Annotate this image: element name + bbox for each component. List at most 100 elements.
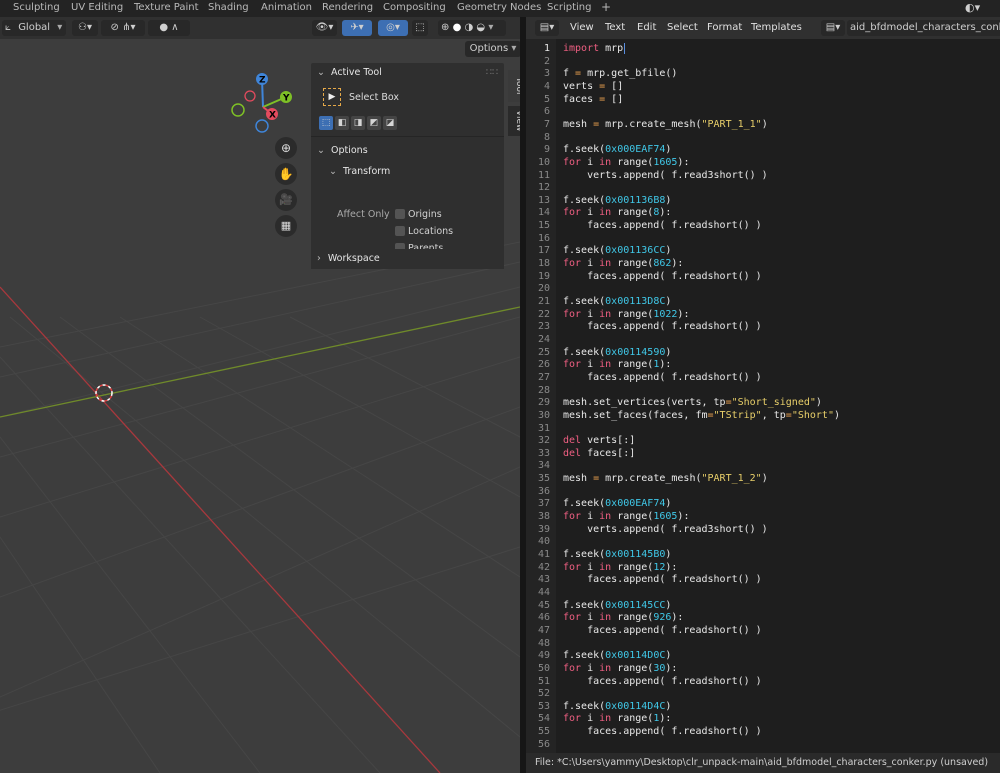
code-line[interactable]: 30 mesh.set_faces(faces, fm="TStrip", tp=… bbox=[526, 410, 1000, 423]
code-line[interactable]: 56 bbox=[526, 739, 1000, 752]
tab-sculpting[interactable]: Sculpting bbox=[13, 2, 60, 13]
options-dropdown[interactable]: Options ▾ bbox=[465, 41, 520, 57]
code-line[interactable]: 36 bbox=[526, 486, 1000, 499]
code-line[interactable]: 1 import mrp bbox=[526, 43, 1000, 56]
menu-text[interactable]: Text bbox=[605, 22, 625, 33]
gizmo-toggle[interactable]: ✈▾ bbox=[342, 20, 372, 36]
code-line[interactable]: 48 bbox=[526, 638, 1000, 651]
code-line[interactable]: 43 faces.append( f.readshort() ) bbox=[526, 574, 1000, 587]
code-line[interactable]: 2 bbox=[526, 56, 1000, 69]
menu-select[interactable]: Select bbox=[667, 22, 698, 33]
select-new-icon[interactable]: ⬚ bbox=[319, 116, 333, 130]
transform-orientation-dropdown[interactable]: ⟀ Global ▾ bbox=[2, 20, 66, 36]
tab-shading[interactable]: Shading bbox=[208, 2, 249, 13]
select-intersect-icon[interactable]: ◪ bbox=[383, 116, 397, 130]
select-invert-icon[interactable]: ◩ bbox=[367, 116, 381, 130]
tab-view[interactable]: View bbox=[508, 106, 520, 136]
code-line[interactable]: 33 del faces[:] bbox=[526, 448, 1000, 461]
code-area[interactable]: 1 import mrp 2 3 f = mrp.get_bfile() 4 verts =… bbox=[526, 39, 1000, 753]
code-line[interactable]: 53 f.seek(0x00114D4C) bbox=[526, 701, 1000, 714]
scene-icon[interactable]: ◐▾ bbox=[965, 1, 980, 14]
proportional-editing-toggle[interactable]: ● ∧ bbox=[148, 20, 190, 36]
select-extend-icon[interactable]: ◧ bbox=[335, 116, 349, 130]
code-line[interactable]: 3 f = mrp.get_bfile() bbox=[526, 68, 1000, 81]
menu-format[interactable]: Format bbox=[707, 22, 742, 33]
code-line[interactable]: 45 f.seek(0x001145CC) bbox=[526, 600, 1000, 613]
tab-geometry-nodes[interactable]: Geometry Nodes bbox=[457, 2, 541, 13]
code-line[interactable]: 19 faces.append( f.readshort() ) bbox=[526, 271, 1000, 284]
tab-animation[interactable]: Animation bbox=[261, 2, 312, 13]
code-line[interactable]: 46 for i in range(926): bbox=[526, 612, 1000, 625]
tab-rendering[interactable]: Rendering bbox=[322, 2, 373, 13]
code-line[interactable]: 39 verts.append( f.read3short() ) bbox=[526, 524, 1000, 537]
pan-hand-icon[interactable]: ✋ bbox=[275, 163, 297, 185]
code-line[interactable]: 38 for i in range(1605): bbox=[526, 511, 1000, 524]
code-line[interactable]: 34 bbox=[526, 460, 1000, 473]
code-line[interactable]: 17 f.seek(0x001136CC) bbox=[526, 245, 1000, 258]
material-shading-icon[interactable]: ◑ bbox=[465, 22, 474, 33]
code-line[interactable]: 40 bbox=[526, 536, 1000, 549]
code-line[interactable]: 7 mesh = mrp.create_mesh("PART_1_1") bbox=[526, 119, 1000, 132]
code-line[interactable]: 21 f.seek(0x00113D8C) bbox=[526, 296, 1000, 309]
code-line[interactable]: 27 faces.append( f.readshort() ) bbox=[526, 372, 1000, 385]
zoom-icon[interactable]: ⊕ bbox=[275, 137, 297, 159]
chevron-down-icon[interactable]: ▾ bbox=[488, 22, 493, 33]
menu-edit[interactable]: Edit bbox=[637, 22, 656, 33]
code-line[interactable]: 8 bbox=[526, 132, 1000, 145]
code-line[interactable]: 9 f.seek(0x000EAF74) bbox=[526, 144, 1000, 157]
locations-checkbox[interactable] bbox=[395, 226, 405, 236]
code-line[interactable]: 32 del verts[:] bbox=[526, 435, 1000, 448]
code-line[interactable]: 37 f.seek(0x000EAF74) bbox=[526, 498, 1000, 511]
code-line[interactable]: 16 bbox=[526, 233, 1000, 246]
code-line[interactable]: 42 for i in range(12): bbox=[526, 562, 1000, 575]
wireframe-shading-icon[interactable]: ⊕ bbox=[441, 22, 449, 33]
menu-view[interactable]: View bbox=[570, 22, 594, 33]
code-line[interactable]: 47 faces.append( f.readshort() ) bbox=[526, 625, 1000, 638]
code-line[interactable]: 10 for i in range(1605): bbox=[526, 157, 1000, 170]
tab-texture-paint[interactable]: Texture Paint bbox=[134, 2, 199, 13]
menu-templates[interactable]: Templates bbox=[751, 22, 802, 33]
code-line[interactable]: 44 bbox=[526, 587, 1000, 600]
snapping-toggle[interactable]: ⊘ ⋔▾ bbox=[101, 20, 145, 36]
rendered-shading-icon[interactable]: ◒ bbox=[476, 22, 485, 33]
code-line[interactable]: 4 verts = [] bbox=[526, 81, 1000, 94]
select-box-tool-icon[interactable]: ▶ bbox=[323, 88, 341, 106]
code-line[interactable]: 11 verts.append( f.read3short() ) bbox=[526, 170, 1000, 183]
code-line[interactable]: 18 for i in range(862): bbox=[526, 258, 1000, 271]
3d-viewport[interactable]: ⟀ Global ▾ ⚇▾ ⊘ ⋔▾ ● ∧ 👁▾ ✈▾ ◎▾ ⬚ ⊕ ● ◑ … bbox=[0, 17, 520, 773]
overlay-toggle[interactable]: ◎▾ bbox=[378, 20, 408, 36]
code-line[interactable]: 24 bbox=[526, 334, 1000, 347]
pivot-point-button[interactable]: ⚇▾ bbox=[72, 20, 98, 36]
tab-compositing[interactable]: Compositing bbox=[383, 2, 446, 13]
origins-checkbox[interactable] bbox=[395, 209, 405, 219]
tab-scripting[interactable]: Scripting bbox=[547, 2, 591, 13]
options-section-header[interactable]: ⌄ Options bbox=[311, 141, 504, 161]
editor-type-dropdown[interactable]: ▤▾ bbox=[535, 20, 559, 36]
code-line[interactable]: 51 faces.append( f.readshort() ) bbox=[526, 676, 1000, 689]
code-line[interactable]: 28 bbox=[526, 385, 1000, 398]
code-line[interactable]: 29 mesh.set_vertices(verts, tp="Short_sig… bbox=[526, 397, 1000, 410]
code-line[interactable]: 20 bbox=[526, 283, 1000, 296]
workspace-section-header[interactable]: › Workspace bbox=[311, 249, 504, 269]
select-subtract-icon[interactable]: ◨ bbox=[351, 116, 365, 130]
drag-handle-icon[interactable]: ∷∷ bbox=[486, 63, 498, 83]
solid-shading-icon[interactable]: ● bbox=[453, 22, 462, 33]
code-line[interactable]: 41 f.seek(0x001145B0) bbox=[526, 549, 1000, 562]
code-line[interactable]: 12 bbox=[526, 182, 1000, 195]
code-line[interactable]: 52 bbox=[526, 688, 1000, 701]
code-line[interactable]: 15 faces.append( f.readshort() ) bbox=[526, 220, 1000, 233]
code-line[interactable]: 23 faces.append( f.readshort() ) bbox=[526, 321, 1000, 334]
visibility-icon[interactable]: 👁▾ bbox=[312, 20, 337, 36]
perspective-grid-icon[interactable]: ▦ bbox=[275, 215, 297, 237]
tab-tool[interactable]: Tool bbox=[508, 70, 520, 102]
filename-field[interactable]: aid_bfdmodel_characters_conker.py bbox=[847, 20, 1000, 36]
xray-icon[interactable]: ⬚ bbox=[412, 20, 428, 36]
tab-uv-editing[interactable]: UV Editing bbox=[71, 2, 123, 13]
code-line[interactable]: 26 for i in range(1): bbox=[526, 359, 1000, 372]
code-line[interactable]: 5 faces = [] bbox=[526, 94, 1000, 107]
code-line[interactable]: 13 f.seek(0x001136B8) bbox=[526, 195, 1000, 208]
transform-subsection-header[interactable]: ⌄ Transform bbox=[311, 162, 504, 182]
code-line[interactable]: 31 bbox=[526, 423, 1000, 436]
code-line[interactable]: 25 f.seek(0x00114590) bbox=[526, 347, 1000, 360]
code-line[interactable]: 50 for i in range(30): bbox=[526, 663, 1000, 676]
